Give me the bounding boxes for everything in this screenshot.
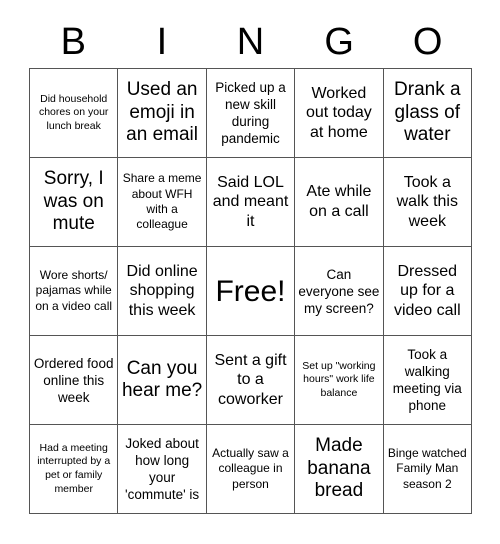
bingo-cell-g3[interactable]: Can everyone see my screen? xyxy=(295,247,384,336)
bingo-cell-b2[interactable]: Sorry, I was on mute xyxy=(30,158,119,247)
bingo-cell-i1[interactable]: Used an emoji in an email xyxy=(118,69,207,158)
bingo-cell-o5[interactable]: Binge watched Family Man season 2 xyxy=(383,425,472,514)
bingo-cell-text: Ordered food online this week xyxy=(33,355,114,405)
bingo-header-letter-n: N xyxy=(236,21,265,63)
bingo-cell-o2[interactable]: Took a walk this week xyxy=(383,158,472,247)
bingo-cell-text: Joked about how long your 'commute' is xyxy=(125,436,200,502)
bingo-cell-text: Took a walk this week xyxy=(396,173,458,230)
bingo-cell-text: Did online shopping this week xyxy=(126,262,198,319)
bingo-cell-g5[interactable]: Made banana bread xyxy=(295,425,384,514)
bingo-cell-text: Actually saw a colleague in person xyxy=(212,445,289,491)
bingo-cell-text: Sorry, I was on mute xyxy=(43,168,104,235)
bingo-cell-free-space[interactable]: Free! xyxy=(206,247,296,336)
bingo-cell-text: Said LOL and meant it xyxy=(212,173,289,230)
bingo-cell-text: Dressed up for a video call xyxy=(393,262,461,319)
bingo-cell-n4[interactable]: Sent a gift to a coworker xyxy=(206,336,296,425)
bingo-cell-text: Took a walking meeting via phone xyxy=(392,347,462,413)
bingo-cell-text: Made banana bread xyxy=(307,435,371,502)
bingo-free-space-text: Free! xyxy=(215,274,286,308)
bingo-cell-o1[interactable]: Drank a glass of water xyxy=(383,69,472,158)
bingo-cell-n2[interactable]: Said LOL and meant it xyxy=(206,158,296,247)
bingo-cell-text: Sent a gift to a coworker xyxy=(214,351,287,408)
bingo-cell-text: Had a meeting interrupted by a pet or fa… xyxy=(37,441,111,495)
bingo-cell-i3[interactable]: Did online shopping this week xyxy=(118,247,207,336)
bingo-cell-text: Set up "working hours" work life balance xyxy=(302,359,376,399)
bingo-cell-text: Worked out today at home xyxy=(305,84,372,141)
bingo-cell-g4[interactable]: Set up "working hours" work life balance xyxy=(295,336,384,425)
bingo-cell-g1[interactable]: Worked out today at home xyxy=(295,69,384,158)
bingo-cell-o4[interactable]: Took a walking meeting via phone xyxy=(383,336,472,425)
bingo-cell-text: Used an emoji in an email xyxy=(126,79,198,146)
bingo-cell-b1[interactable]: Did household chores on your lunch break xyxy=(30,69,119,158)
bingo-cell-b3[interactable]: Wore shorts/ pajamas while on a video ca… xyxy=(30,247,119,336)
bingo-cell-text: Picked up a new skill during pandemic xyxy=(215,80,286,146)
bingo-header-letter-b: B xyxy=(60,21,86,63)
bingo-cell-text: Can everyone see my screen? xyxy=(298,266,380,316)
bingo-cell-text: Drank a glass of water xyxy=(394,79,461,146)
bingo-header-letter-o: O xyxy=(412,21,443,63)
bingo-cell-text: Wore shorts/ pajamas while on a video ca… xyxy=(35,267,113,313)
bingo-cell-text: Did household chores on your lunch break xyxy=(38,92,109,132)
bingo-cell-b4[interactable]: Ordered food online this week xyxy=(30,336,119,425)
bingo-cell-b5[interactable]: Had a meeting interrupted by a pet or fa… xyxy=(30,425,119,514)
bingo-grid: Did household chores on your lunch break… xyxy=(29,68,472,514)
bingo-cell-n1[interactable]: Picked up a new skill during pandemic xyxy=(206,69,296,158)
bingo-header-letter-g: G xyxy=(324,21,354,63)
bingo-cell-i4[interactable]: Can you hear me? xyxy=(118,336,207,425)
bingo-header-row: B I N G O xyxy=(29,16,472,68)
bingo-cell-o3[interactable]: Dressed up for a video call xyxy=(383,247,472,336)
bingo-header-letter-i: I xyxy=(156,21,168,63)
bingo-cell-text: Share a meme about WFH with a colleague xyxy=(122,171,202,232)
bingo-cell-i5[interactable]: Joked about how long your 'commute' is xyxy=(118,425,207,514)
bingo-cell-text: Ate while on a call xyxy=(306,183,372,220)
bingo-cell-text: Can you hear me? xyxy=(121,357,203,401)
bingo-cell-i2[interactable]: Share a meme about WFH with a colleague xyxy=(118,158,207,247)
bingo-cell-n5[interactable]: Actually saw a colleague in person xyxy=(206,425,296,514)
bingo-cell-g2[interactable]: Ate while on a call xyxy=(295,158,384,247)
bingo-cell-text: Binge watched Family Man season 2 xyxy=(387,445,467,491)
bingo-card: B I N G O Did household chores on your l… xyxy=(0,0,500,544)
